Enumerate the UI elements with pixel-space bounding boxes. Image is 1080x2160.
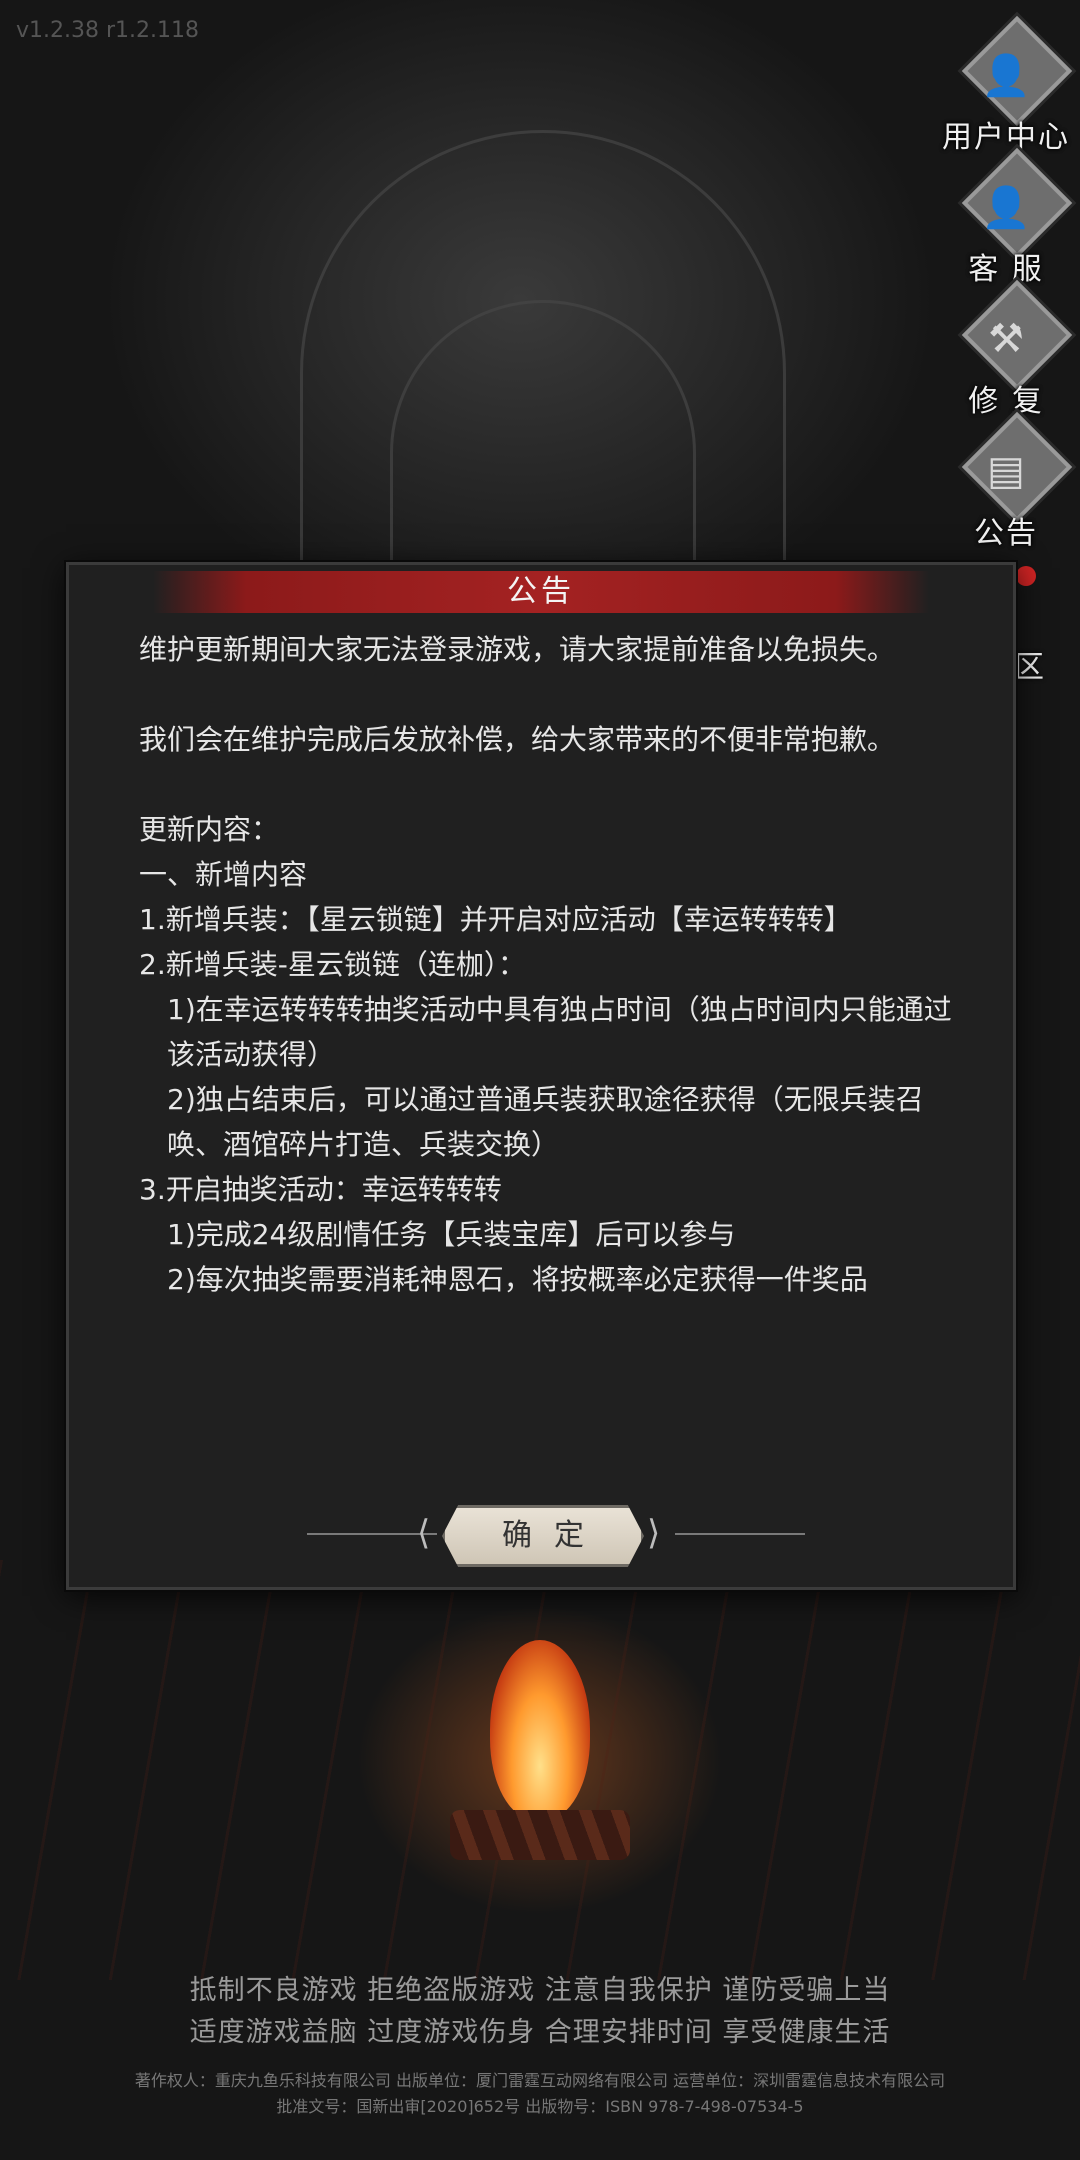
announcement-line: 1)完成24级剧情任务【兵装宝库】后可以参与 [167, 1218, 736, 1251]
logs-graphic [450, 1810, 630, 1860]
notification-dot [1016, 566, 1036, 586]
announcement-line: 3.开启抽奖活动：幸运转转转 [139, 1173, 502, 1206]
confirm-area: ⟨ 确定 ⟩ [69, 1499, 1013, 1569]
announcement-line: 一、新增内容 [139, 858, 308, 891]
dialog-title: 公告 [153, 571, 929, 613]
user-center-label: 用户中心 [942, 120, 1070, 155]
user-icon: 👤 [981, 53, 1031, 99]
customer-service-button[interactable]: 👤 客 服 [946, 147, 1073, 287]
announcement-dialog: 公告 维护更新期间大家无法登录游戏，请大家提前准备以免损失。 我们会在维护完成后… [66, 562, 1016, 1590]
ornament-right-icon: ⟩ [647, 1513, 661, 1553]
health-notice-line: 抵制不良游戏 拒绝盗版游戏 注意自我保护 谨防受骗上当 [189, 1975, 891, 2006]
announcement-line: 2)独占结束后，可以通过普通兵装获取途径获得（无限兵装召唤、酒馆碎片打造、兵装交… [167, 1083, 924, 1161]
announcement-line: 1.新增兵装：【星云锁链】并开启对应活动【幸运转转转】 [139, 903, 852, 936]
support-icon: 👤 [981, 185, 1031, 231]
version-label: v1.2.38 r1.2.118 [16, 18, 200, 43]
repair-icon: ⚒ [988, 316, 1024, 362]
notice-button[interactable]: ▤ 公告 [946, 411, 1073, 551]
server-zone-label[interactable]: 区 [1014, 642, 1044, 686]
announcement-content[interactable]: 维护更新期间大家无法登录游戏，请大家提前准备以免损失。 我们会在维护完成后发放补… [139, 627, 959, 1467]
announcement-line: 维护更新期间大家无法登录游戏，请大家提前准备以免损失。 [139, 633, 896, 666]
customer-service-label: 客 服 [968, 252, 1044, 287]
copyright-line: 著作权人：重庆九鱼乐科技有限公司 出版单位：厦门雷霆互动网络有限公司 运营单位：… [134, 2071, 946, 2090]
flame-graphic [490, 1640, 590, 1820]
announcement-line: 1)在幸运转转转抽奖活动中具有独占时间（独占时间内只能通过该活动获得） [167, 993, 952, 1071]
announcement-line: 更新内容： [139, 813, 280, 846]
copyright-info: 著作权人：重庆九鱼乐科技有限公司 出版单位：厦门雷霆互动网络有限公司 运营单位：… [0, 2068, 1080, 2120]
health-notice-line: 适度游戏益脑 过度游戏伤身 合理安排时间 享受健康生活 [189, 2017, 891, 2048]
notice-icon: ▤ [987, 448, 1025, 494]
divider-right [675, 1533, 805, 1535]
user-center-button[interactable]: 👤 用户中心 [942, 15, 1073, 155]
copyright-line: 批准文号：国新出审[2020]652号 出版物号：ISBN 978-7-498-… [276, 2097, 804, 2116]
campfire [450, 1640, 630, 1870]
repair-label: 修 复 [968, 384, 1044, 419]
announcement-line: 2.新增兵装-星云锁链（连枷）： [139, 948, 526, 981]
announcement-line: 2)每次抽奖需要消耗神恩石，将按概率必定获得一件奖品 [167, 1263, 868, 1296]
ornament-left-icon: ⟨ [417, 1513, 431, 1553]
confirm-button[interactable]: 确定 [442, 1505, 644, 1567]
health-notice: 抵制不良游戏 拒绝盗版游戏 注意自我保护 谨防受骗上当 适度游戏益脑 过度游戏伤… [0, 1970, 1080, 2054]
announcement-line: 我们会在维护完成后发放补偿，给大家带来的不便非常抱歉。 [139, 723, 896, 756]
repair-button[interactable]: ⚒ 修 复 [946, 279, 1073, 419]
notice-label: 公告 [974, 516, 1038, 551]
